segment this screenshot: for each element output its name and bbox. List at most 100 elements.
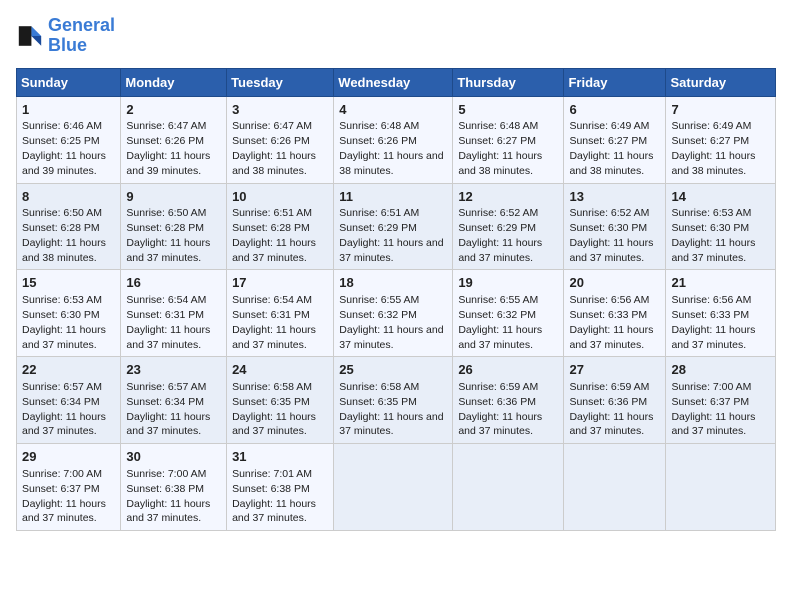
day-number: 13 [569, 188, 660, 206]
calendar-cell: 29 Sunrise: 7:00 AMSunset: 6:37 PMDayligh… [17, 444, 121, 531]
day-number: 8 [22, 188, 115, 206]
calendar-cell [453, 444, 564, 531]
day-info: Sunrise: 6:46 AMSunset: 6:25 PMDaylight:… [22, 120, 106, 177]
day-number: 6 [569, 101, 660, 119]
day-info: Sunrise: 6:59 AMSunset: 6:36 PMDaylight:… [458, 381, 542, 438]
calendar-cell: 26 Sunrise: 6:59 AMSunset: 6:36 PMDayligh… [453, 357, 564, 444]
calendar-cell: 25 Sunrise: 6:58 AMSunset: 6:35 PMDayligh… [334, 357, 453, 444]
day-info: Sunrise: 6:53 AMSunset: 6:30 PMDaylight:… [22, 294, 106, 351]
day-number: 20 [569, 274, 660, 292]
calendar-cell: 31Sunrise: 7:01 AMSunset: 6:38 PMDayligh… [227, 444, 334, 531]
day-info: Sunrise: 6:47 AMSunset: 6:26 PMDaylight:… [232, 120, 316, 177]
day-number: 24 [232, 361, 328, 379]
calendar-cell: 15 Sunrise: 6:53 AMSunset: 6:30 PMDayligh… [17, 270, 121, 357]
day-number: 12 [458, 188, 558, 206]
calendar-week-2: 8Sunrise: 6:50 AMSunset: 6:28 PMDaylight… [17, 183, 776, 270]
calendar-cell: 9Sunrise: 6:50 AMSunset: 6:28 PMDaylight… [121, 183, 227, 270]
calendar-cell: 7Sunrise: 6:49 AMSunset: 6:27 PMDaylight… [666, 96, 776, 183]
day-number: 16 [126, 274, 221, 292]
day-number: 22 [22, 361, 115, 379]
day-info: Sunrise: 6:49 AMSunset: 6:27 PMDaylight:… [671, 120, 755, 177]
day-info: Sunrise: 6:57 AMSunset: 6:34 PMDaylight:… [126, 381, 210, 438]
calendar-cell: 20 Sunrise: 6:56 AMSunset: 6:33 PMDayligh… [564, 270, 666, 357]
day-info: Sunrise: 7:00 AMSunset: 6:37 PMDaylight:… [22, 468, 106, 525]
day-info: Sunrise: 6:52 AMSunset: 6:29 PMDaylight:… [458, 207, 542, 264]
day-number: 31 [232, 448, 328, 466]
day-number: 29 [22, 448, 115, 466]
day-info: Sunrise: 6:50 AMSunset: 6:28 PMDaylight:… [22, 207, 106, 264]
day-number: 21 [671, 274, 770, 292]
day-number: 5 [458, 101, 558, 119]
calendar-cell: 21 Sunrise: 6:56 AMSunset: 6:33 PMDayligh… [666, 270, 776, 357]
day-info: Sunrise: 7:00 AMSunset: 6:38 PMDaylight:… [126, 468, 210, 525]
day-info: Sunrise: 6:55 AMSunset: 6:32 PMDaylight:… [339, 294, 443, 351]
day-number: 11 [339, 188, 447, 206]
header-sunday: Sunday [17, 68, 121, 96]
day-number: 26 [458, 361, 558, 379]
calendar-week-4: 22 Sunrise: 6:57 AMSunset: 6:34 PMDayligh… [17, 357, 776, 444]
calendar-cell: 2Sunrise: 6:47 AMSunset: 6:26 PMDaylight… [121, 96, 227, 183]
day-number: 25 [339, 361, 447, 379]
day-info: Sunrise: 6:50 AMSunset: 6:28 PMDaylight:… [126, 207, 210, 264]
day-info: Sunrise: 6:51 AMSunset: 6:28 PMDaylight:… [232, 207, 316, 264]
day-number: 27 [569, 361, 660, 379]
calendar-cell: 4Sunrise: 6:48 AMSunset: 6:26 PMDaylight… [334, 96, 453, 183]
day-number: 17 [232, 274, 328, 292]
day-number: 23 [126, 361, 221, 379]
day-number: 30 [126, 448, 221, 466]
day-info: Sunrise: 6:55 AMSunset: 6:32 PMDaylight:… [458, 294, 542, 351]
day-number: 28 [671, 361, 770, 379]
day-info: Sunrise: 6:54 AMSunset: 6:31 PMDaylight:… [232, 294, 316, 351]
calendar-week-1: 1Sunrise: 6:46 AMSunset: 6:25 PMDaylight… [17, 96, 776, 183]
day-info: Sunrise: 6:54 AMSunset: 6:31 PMDaylight:… [126, 294, 210, 351]
calendar-cell: 8Sunrise: 6:50 AMSunset: 6:28 PMDaylight… [17, 183, 121, 270]
day-info: Sunrise: 6:58 AMSunset: 6:35 PMDaylight:… [339, 381, 443, 438]
header-tuesday: Tuesday [227, 68, 334, 96]
day-info: Sunrise: 6:52 AMSunset: 6:30 PMDaylight:… [569, 207, 653, 264]
calendar-cell: 22 Sunrise: 6:57 AMSunset: 6:34 PMDayligh… [17, 357, 121, 444]
day-info: Sunrise: 6:48 AMSunset: 6:26 PMDaylight:… [339, 120, 443, 177]
logo-text: General Blue [48, 16, 115, 56]
header-thursday: Thursday [453, 68, 564, 96]
calendar-cell: 16 Sunrise: 6:54 AMSunset: 6:31 PMDayligh… [121, 270, 227, 357]
day-number: 15 [22, 274, 115, 292]
day-number: 4 [339, 101, 447, 119]
day-info: Sunrise: 6:56 AMSunset: 6:33 PMDaylight:… [671, 294, 755, 351]
day-info: Sunrise: 6:51 AMSunset: 6:29 PMDaylight:… [339, 207, 443, 264]
day-number: 9 [126, 188, 221, 206]
day-info: Sunrise: 6:49 AMSunset: 6:27 PMDaylight:… [569, 120, 653, 177]
calendar-cell: 19 Sunrise: 6:55 AMSunset: 6:32 PMDayligh… [453, 270, 564, 357]
day-number: 7 [671, 101, 770, 119]
day-info: Sunrise: 7:00 AMSunset: 6:37 PMDaylight:… [671, 381, 755, 438]
day-info: Sunrise: 6:59 AMSunset: 6:36 PMDaylight:… [569, 381, 653, 438]
day-number: 18 [339, 274, 447, 292]
calendar-cell: 10Sunrise: 6:51 AMSunset: 6:28 PMDayligh… [227, 183, 334, 270]
day-number: 3 [232, 101, 328, 119]
calendar-cell [334, 444, 453, 531]
calendar-cell: 1Sunrise: 6:46 AMSunset: 6:25 PMDaylight… [17, 96, 121, 183]
day-info: Sunrise: 6:58 AMSunset: 6:35 PMDaylight:… [232, 381, 316, 438]
calendar-cell: 11Sunrise: 6:51 AMSunset: 6:29 PMDayligh… [334, 183, 453, 270]
calendar-cell: 6Sunrise: 6:49 AMSunset: 6:27 PMDaylight… [564, 96, 666, 183]
calendar-header-row: SundayMondayTuesdayWednesdayThursdayFrid… [17, 68, 776, 96]
header-friday: Friday [564, 68, 666, 96]
day-number: 1 [22, 101, 115, 119]
calendar-cell: 30 Sunrise: 7:00 AMSunset: 6:38 PMDayligh… [121, 444, 227, 531]
calendar-cell: 14Sunrise: 6:53 AMSunset: 6:30 PMDayligh… [666, 183, 776, 270]
day-info: Sunrise: 6:56 AMSunset: 6:33 PMDaylight:… [569, 294, 653, 351]
day-number: 10 [232, 188, 328, 206]
day-info: Sunrise: 6:53 AMSunset: 6:30 PMDaylight:… [671, 207, 755, 264]
calendar-cell: 13Sunrise: 6:52 AMSunset: 6:30 PMDayligh… [564, 183, 666, 270]
day-number: 19 [458, 274, 558, 292]
logo-icon [16, 22, 44, 50]
calendar-cell [666, 444, 776, 531]
header-saturday: Saturday [666, 68, 776, 96]
logo: General Blue [16, 16, 115, 56]
calendar-cell: 24 Sunrise: 6:58 AMSunset: 6:35 PMDayligh… [227, 357, 334, 444]
calendar-cell [564, 444, 666, 531]
header-monday: Monday [121, 68, 227, 96]
day-info: Sunrise: 6:47 AMSunset: 6:26 PMDaylight:… [126, 120, 210, 177]
header-wednesday: Wednesday [334, 68, 453, 96]
day-info: Sunrise: 6:48 AMSunset: 6:27 PMDaylight:… [458, 120, 542, 177]
day-info: Sunrise: 6:57 AMSunset: 6:34 PMDaylight:… [22, 381, 106, 438]
